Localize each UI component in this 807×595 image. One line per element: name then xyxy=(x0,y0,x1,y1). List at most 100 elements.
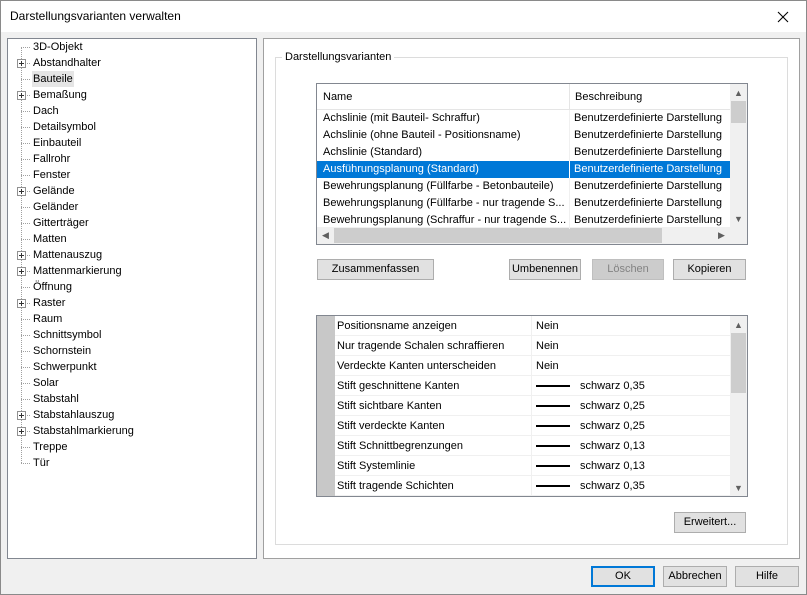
scroll-thumb[interactable] xyxy=(731,333,746,393)
property-grid[interactable]: ▲ ▼ Positionsname anzeigen Nein Nur tragen… xyxy=(316,315,748,497)
title-bar: Darstellungsvarianten verwalten xyxy=(1,1,806,32)
column-header-name[interactable]: Name xyxy=(317,84,352,110)
tree-item[interactable]: Abstandhalter xyxy=(8,55,248,71)
tree-item[interactable]: Treppe xyxy=(8,439,248,455)
tree-item[interactable]: Gelände xyxy=(8,183,248,199)
list-item[interactable]: Ausführungsplanung (Standard) Benutzerdef… xyxy=(317,161,730,178)
property-value[interactable]: schwarz 0,25 xyxy=(580,416,645,436)
tree-item[interactable]: Stabstahlmarkierung xyxy=(8,423,248,439)
property-row[interactable]: Stift tragende Schichten schwarz 0,35 xyxy=(335,476,730,496)
property-row[interactable]: Nur tragende Schalen schraffieren Nein xyxy=(335,336,730,356)
expand-plus-icon[interactable] xyxy=(17,251,26,260)
list-item[interactable]: Achslinie (Standard) Benutzerdefinierte D… xyxy=(317,144,730,161)
loeschen-button[interactable]: Löschen xyxy=(592,259,664,280)
expand-plus-icon[interactable] xyxy=(17,427,26,436)
cell-divider xyxy=(569,144,570,161)
tree-item[interactable]: Einbauteil xyxy=(8,135,248,151)
expand-plus-icon[interactable] xyxy=(17,91,26,100)
list-item[interactable]: Bewehrungsplanung (Füllfarbe - nur trage… xyxy=(317,195,730,212)
property-row[interactable]: Verdeckte Kanten unterscheiden Nein xyxy=(335,356,730,376)
list-item[interactable]: Achslinie (ohne Bauteil - Positionsname)… xyxy=(317,127,730,144)
tree-branch-line xyxy=(21,127,30,128)
cell-divider xyxy=(531,336,532,356)
expand-plus-icon[interactable] xyxy=(17,59,26,68)
property-value[interactable]: schwarz 0,13 xyxy=(580,456,645,476)
property-value[interactable]: schwarz 0,25 xyxy=(580,396,645,416)
scroll-thumb[interactable] xyxy=(731,101,746,123)
list-item[interactable]: Bewehrungsplanung (Schraffur - nur trage… xyxy=(317,212,730,229)
expand-plus-icon[interactable] xyxy=(17,187,26,196)
property-value[interactable]: schwarz 0,35 xyxy=(580,476,645,496)
tree-item[interactable]: Raster xyxy=(8,295,248,311)
tree-item[interactable]: Schnittsymbol xyxy=(8,327,248,343)
property-row[interactable]: Stift sichtbare Kanten schwarz 0,25 xyxy=(335,396,730,416)
property-value[interactable]: Nein xyxy=(536,356,559,376)
category-tree[interactable]: 3D-Objekt Abstandhalter Bauteile Bemaßung Da… xyxy=(7,38,257,559)
umbenennen-button[interactable]: Umbenennen xyxy=(509,259,581,280)
tree-item[interactable]: Öffnung xyxy=(8,279,248,295)
property-value[interactable]: schwarz 0,35 xyxy=(580,376,645,396)
tree-item[interactable]: Mattenmarkierung xyxy=(8,263,248,279)
erweitert-button[interactable]: Erweitert... xyxy=(674,512,746,533)
tree-item[interactable]: Raum xyxy=(8,311,248,327)
property-vertical-scrollbar[interactable]: ▲ ▼ xyxy=(730,316,747,496)
tree-item[interactable]: Matten xyxy=(8,231,248,247)
tree-item[interactable]: Dach xyxy=(8,103,248,119)
tree-item[interactable]: Schornstein xyxy=(8,343,248,359)
tree-item[interactable]: Detailsymbol xyxy=(8,119,248,135)
pen-line-sample-icon xyxy=(536,405,570,407)
variant-description: Benutzerdefinierte Darstellung xyxy=(574,214,722,226)
property-name: Stift sichtbare Kanten xyxy=(337,400,442,412)
kopieren-button[interactable]: Kopieren xyxy=(673,259,746,280)
cell-divider xyxy=(569,178,570,195)
expand-plus-icon[interactable] xyxy=(17,299,26,308)
zusammenfassen-button[interactable]: Zusammenfassen xyxy=(317,259,434,280)
tree-item[interactable]: 3D-Objekt xyxy=(8,39,248,55)
hilfe-button[interactable]: Hilfe xyxy=(735,566,799,587)
tree-item[interactable]: Stabstahl xyxy=(8,391,248,407)
property-value[interactable]: Nein xyxy=(536,316,559,336)
property-row[interactable]: Stift Schnittbegrenzungen schwarz 0,13 xyxy=(335,436,730,456)
variants-list[interactable]: Name Beschreibung ▲ ▼ ◀ ▶ Achslinie (mit… xyxy=(316,83,748,245)
tree-item[interactable]: Geländer xyxy=(8,199,248,215)
column-header-description[interactable]: Beschreibung xyxy=(569,84,642,110)
tree-item[interactable]: Bemaßung xyxy=(8,87,248,103)
list-horizontal-scrollbar[interactable]: ◀ ▶ xyxy=(317,227,730,244)
scroll-right-arrow-icon[interactable]: ▶ xyxy=(713,227,730,244)
list-vertical-scrollbar[interactable]: ▲ ▼ xyxy=(730,84,747,227)
property-row[interactable]: Positionsname anzeigen Nein xyxy=(335,316,730,336)
scroll-up-arrow-icon[interactable]: ▲ xyxy=(730,84,747,101)
tree-item[interactable]: Mattenauszug xyxy=(8,247,248,263)
cell-divider xyxy=(569,212,570,229)
property-row[interactable]: Stift verdeckte Kanten schwarz 0,25 xyxy=(335,416,730,436)
tree-item[interactable]: Fenster xyxy=(8,167,248,183)
tree-item[interactable]: Fallrohr xyxy=(8,151,248,167)
close-button[interactable] xyxy=(760,1,806,32)
tree-item-label: Mattenmarkierung xyxy=(33,265,122,277)
tree-item[interactable]: Schwerpunkt xyxy=(8,359,248,375)
property-value[interactable]: schwarz 0,13 xyxy=(580,436,645,456)
property-name: Stift verdeckte Kanten xyxy=(337,420,445,432)
tree-item[interactable]: Tür xyxy=(8,455,248,471)
property-row[interactable]: Stift Systemlinie schwarz 0,13 xyxy=(335,456,730,476)
property-value[interactable]: Nein xyxy=(536,336,559,356)
list-item[interactable]: Bewehrungsplanung (Füllfarbe - Betonbaut… xyxy=(317,178,730,195)
tree-item[interactable]: Solar xyxy=(8,375,248,391)
scroll-down-arrow-icon[interactable]: ▼ xyxy=(730,479,747,496)
list-item[interactable]: Achslinie (mit Bauteil- Schraffur) Benutz… xyxy=(317,110,730,127)
ok-button[interactable]: OK xyxy=(591,566,655,587)
scroll-thumb[interactable] xyxy=(334,228,662,243)
property-row[interactable]: Stift geschnittene Kanten schwarz 0,35 xyxy=(335,376,730,396)
tree-item[interactable]: Bauteile xyxy=(8,71,248,87)
scroll-left-arrow-icon[interactable]: ◀ xyxy=(317,227,334,244)
cell-divider xyxy=(569,127,570,144)
tree-item[interactable]: Gitterträger xyxy=(8,215,248,231)
scroll-down-arrow-icon[interactable]: ▼ xyxy=(730,210,747,227)
abbrechen-button[interactable]: Abbrechen xyxy=(663,566,727,587)
expand-plus-icon[interactable] xyxy=(17,411,26,420)
tree-branch-line xyxy=(21,319,30,320)
property-name: Stift Systemlinie xyxy=(337,460,416,472)
expand-plus-icon[interactable] xyxy=(17,267,26,276)
scroll-up-arrow-icon[interactable]: ▲ xyxy=(730,316,747,333)
tree-item[interactable]: Stabstahlauszug xyxy=(8,407,248,423)
